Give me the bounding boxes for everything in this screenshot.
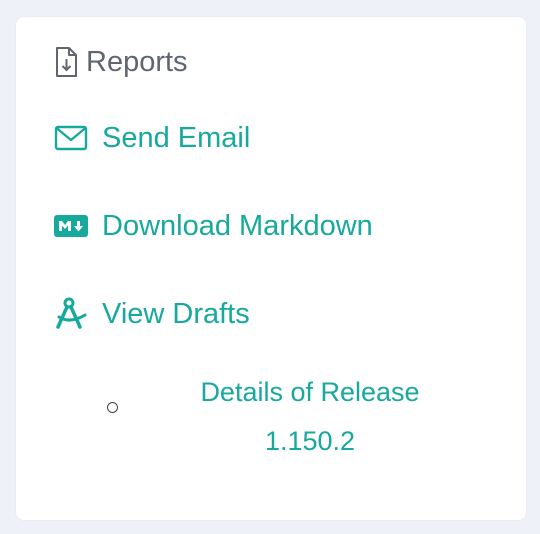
send-email-label: Send Email bbox=[102, 121, 251, 154]
draft-list-item[interactable]: Details of Release 1.150.2 bbox=[105, 368, 505, 458]
markdown-icon bbox=[54, 208, 90, 244]
view-drafts-button[interactable]: View Drafts bbox=[54, 296, 250, 332]
file-download-icon bbox=[54, 45, 80, 79]
draft-radio-button[interactable] bbox=[107, 402, 118, 413]
download-markdown-button[interactable]: Download Markdown bbox=[54, 208, 373, 244]
download-markdown-label: Download Markdown bbox=[102, 209, 373, 242]
reports-title: Reports bbox=[86, 45, 188, 78]
reports-header: Reports bbox=[54, 42, 188, 82]
view-drafts-label: View Drafts bbox=[102, 297, 250, 330]
draft-link[interactable]: Details of Release 1.150.2 bbox=[175, 368, 445, 466]
compass-drafting-icon bbox=[54, 296, 90, 332]
envelope-icon bbox=[54, 120, 90, 156]
send-email-button[interactable]: Send Email bbox=[54, 120, 250, 156]
